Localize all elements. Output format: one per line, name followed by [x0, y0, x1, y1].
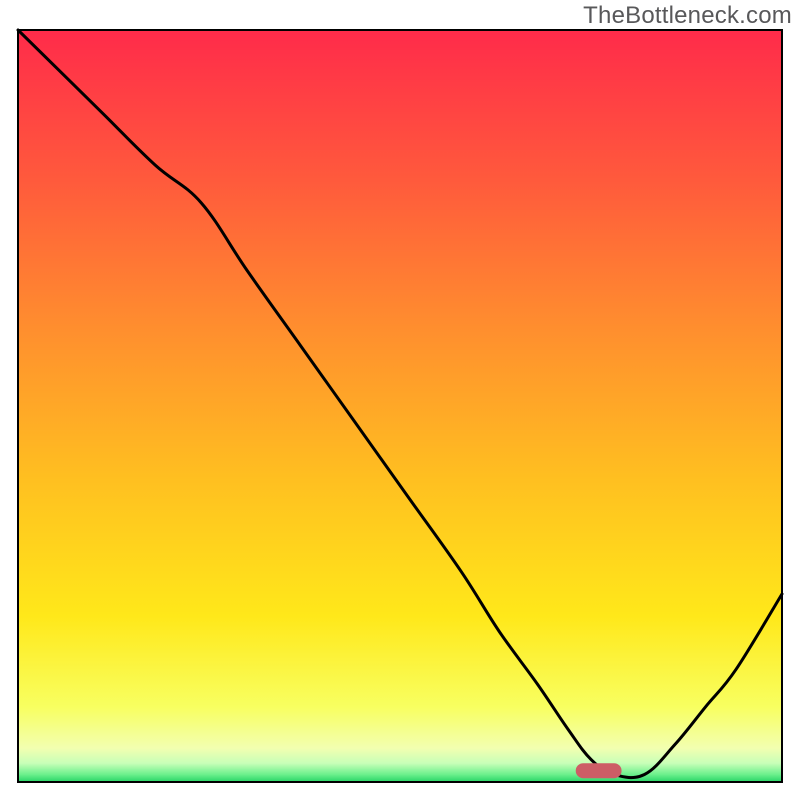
watermark-text: TheBottleneck.com — [583, 2, 792, 30]
bottleneck-chart — [0, 0, 800, 800]
chart-container: { "watermark": "TheBottleneck.com", "cha… — [0, 0, 800, 800]
optimal-marker — [576, 763, 622, 778]
